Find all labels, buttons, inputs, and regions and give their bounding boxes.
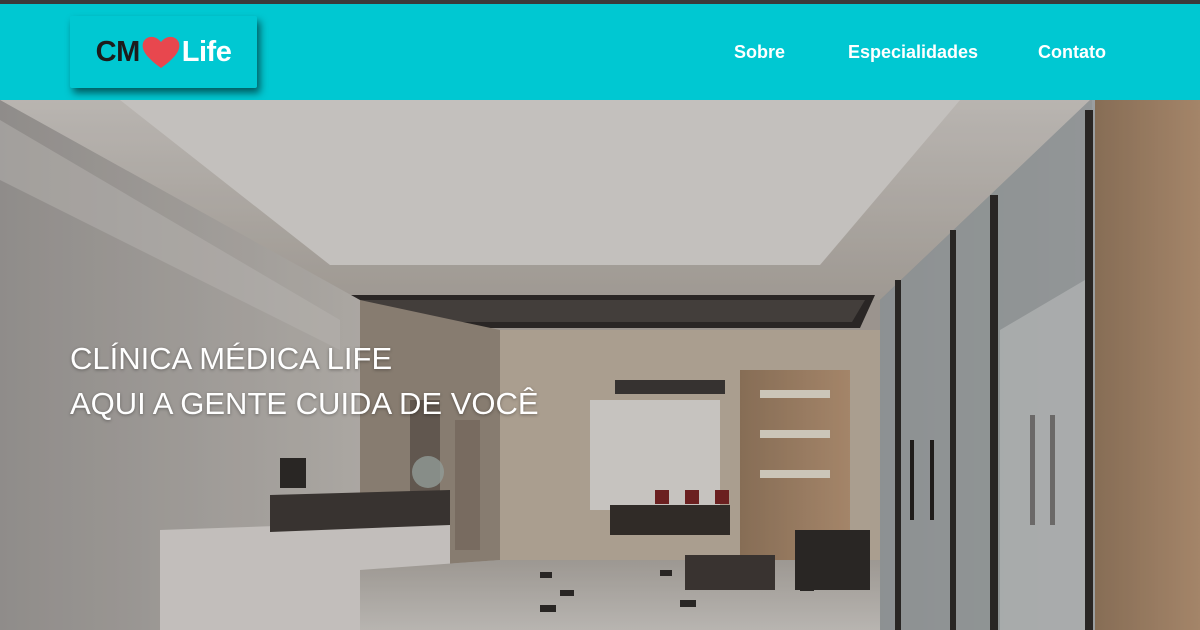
logo[interactable]: CM Life: [70, 16, 257, 88]
nav-link-sobre[interactable]: Sobre: [734, 42, 785, 63]
hero-tagline: AQUI A GENTE CUIDA DE VOCÊ: [70, 386, 539, 421]
hero-banner: CLÍNICA MÉDICA LIFE AQUI A GENTE CUIDA D…: [0, 100, 1200, 630]
logo-suffix: Life: [181, 35, 232, 68]
nav-link-contato[interactable]: Contato: [1038, 42, 1106, 63]
logo-prefix: CM: [95, 35, 141, 68]
nav-link-especialidades[interactable]: Especialidades: [848, 42, 978, 63]
main-nav: Sobre Especialidades Contato: [600, 4, 1200, 100]
hero-title: CLÍNICA MÉDICA LIFE: [70, 341, 393, 376]
heart-icon: [142, 36, 180, 68]
hero-headline: CLÍNICA MÉDICA LIFE AQUI A GENTE CUIDA D…: [70, 336, 539, 426]
